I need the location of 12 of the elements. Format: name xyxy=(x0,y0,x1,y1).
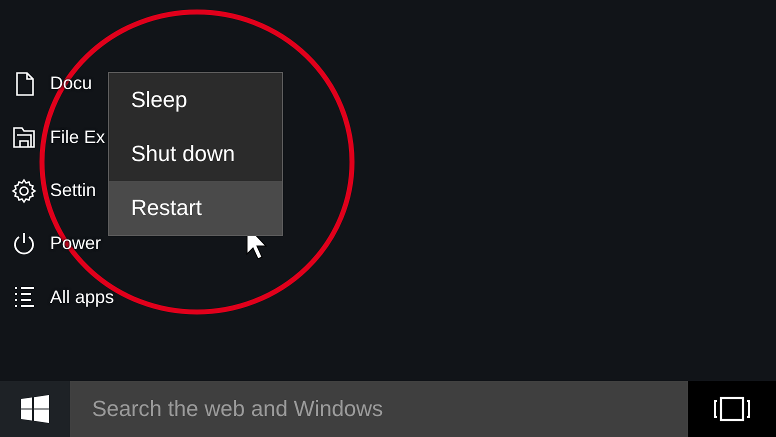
power-option[interactable]: Shut down xyxy=(109,127,282,181)
power-icon xyxy=(11,230,37,257)
power-option[interactable]: Restart xyxy=(109,181,282,235)
windows-logo-icon[interactable] xyxy=(21,395,49,423)
folder-icon xyxy=(11,124,37,150)
menu-item-label[interactable]: File Ex xyxy=(50,126,106,148)
power-option[interactable]: Sleep xyxy=(109,73,282,127)
settings-icon xyxy=(11,178,37,204)
menu-item-label[interactable]: All apps xyxy=(50,286,114,308)
menu-item-label[interactable]: Settin xyxy=(50,180,96,202)
search-field[interactable]: Search the web and Windows xyxy=(70,381,688,437)
task-view-icon[interactable] xyxy=(713,396,751,422)
